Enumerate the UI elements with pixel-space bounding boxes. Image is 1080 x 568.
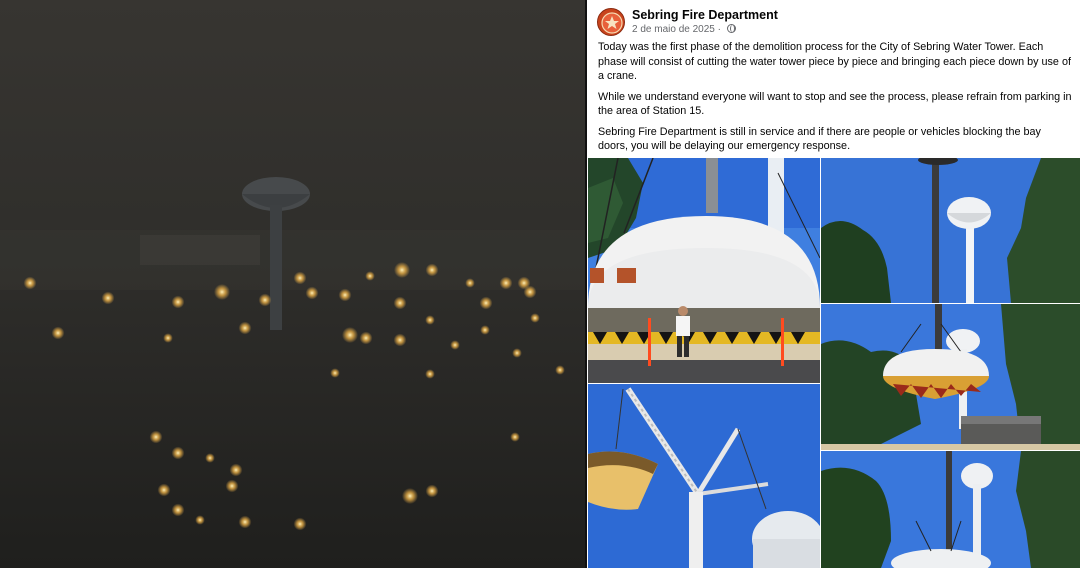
town-light (530, 313, 540, 323)
town-light (555, 365, 565, 375)
town-light (225, 479, 239, 493)
globe-icon (726, 24, 736, 33)
photo-dome-lifted[interactable] (821, 304, 1080, 450)
town-light (171, 503, 185, 517)
town-light (195, 515, 205, 525)
night-town-photo (0, 0, 585, 568)
town-light (23, 276, 37, 290)
town-light (171, 295, 185, 309)
town-light (402, 488, 418, 504)
town-light (359, 331, 373, 345)
town-light (214, 284, 230, 300)
town-light (258, 293, 272, 307)
town-light (338, 288, 352, 302)
town-light (229, 463, 243, 477)
town-light (394, 262, 410, 278)
page-name-link[interactable]: Sebring Fire Department (632, 8, 778, 22)
post-header: Sebring Fire Department 2 de maio de 202… (587, 0, 1080, 40)
facebook-post: Sebring Fire Department 2 de maio de 202… (587, 0, 1080, 568)
fire-department-logo-icon (601, 12, 623, 34)
photo-crane-lifting-piece[interactable] (588, 384, 820, 568)
town-light (479, 296, 493, 310)
town-light (365, 271, 375, 281)
town-light (149, 430, 163, 444)
town-light (238, 321, 252, 335)
town-light (510, 432, 520, 442)
town-light (101, 291, 115, 305)
town-light (499, 276, 513, 290)
town-light (342, 327, 358, 343)
post-date-link[interactable]: 2 de maio de 2025 (632, 24, 715, 35)
town-light (157, 483, 171, 497)
post-text: Today was the first phase of the demolit… (598, 40, 1072, 160)
meta-separator: · (717, 24, 721, 35)
town-light (205, 453, 215, 463)
town-light (305, 286, 319, 300)
town-light (393, 333, 407, 347)
town-light (330, 368, 340, 378)
town-light (171, 446, 185, 460)
town-light (425, 263, 439, 277)
town-light (51, 326, 65, 340)
town-light (393, 296, 407, 310)
town-light (293, 271, 307, 285)
town-light (465, 278, 475, 288)
town-light (425, 315, 435, 325)
town-light (293, 517, 307, 531)
post-paragraph-1: Today was the first phase of the demolit… (598, 41, 1071, 82)
photo-tower-bottom[interactable] (821, 451, 1080, 568)
town-light (425, 484, 439, 498)
town-light (480, 325, 490, 335)
town-light (238, 515, 252, 529)
post-paragraph-3: Sebring Fire Department is still in serv… (598, 125, 1041, 153)
town-light (450, 340, 460, 350)
photo-dome-on-ground[interactable] (588, 158, 820, 383)
page-avatar[interactable] (597, 8, 625, 36)
photo-crane-and-tower[interactable] (821, 158, 1080, 303)
town-light (163, 333, 173, 343)
town-light (425, 369, 435, 379)
post-meta: 2 de maio de 2025 · (632, 24, 736, 35)
town-light (523, 285, 537, 299)
town-light (512, 348, 522, 358)
post-paragraph-2: While we understand everyone will want t… (598, 90, 1072, 118)
